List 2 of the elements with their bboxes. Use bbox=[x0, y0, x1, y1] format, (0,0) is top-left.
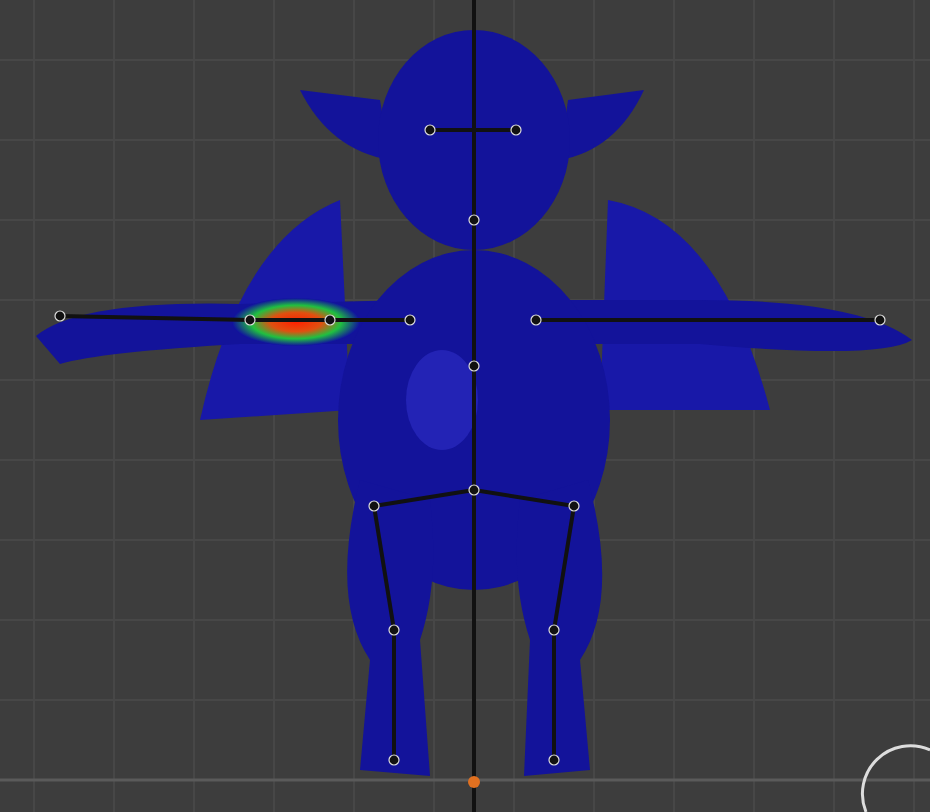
navigation-gizmo-icon bbox=[860, 744, 930, 812]
origin-point-icon bbox=[468, 776, 480, 788]
